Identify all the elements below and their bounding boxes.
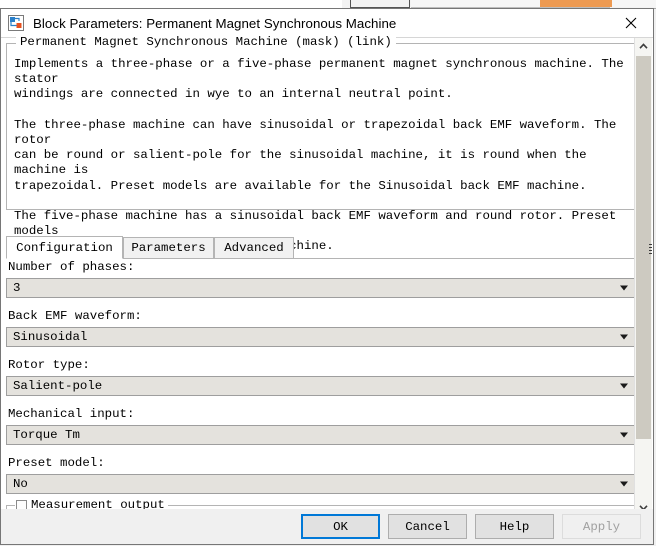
chevron-down-icon xyxy=(620,334,628,340)
label-number-of-phases: Number of phases: xyxy=(8,260,135,274)
close-icon[interactable] xyxy=(608,9,653,36)
label-back-emf-waveform: Back EMF waveform: xyxy=(8,309,142,323)
help-button[interactable]: Help xyxy=(475,514,554,539)
screen: Block Parameters: Permanent Magnet Synch… xyxy=(0,0,656,546)
background-window-right xyxy=(612,0,656,7)
label-rotor-type: Rotor type: xyxy=(8,358,90,372)
chevron-down-icon xyxy=(620,481,628,487)
vertical-scrollbar-thumb[interactable] xyxy=(636,56,652,439)
background-window-orange-accent xyxy=(540,0,612,7)
block-parameters-dialog: Block Parameters: Permanent Magnet Synch… xyxy=(0,8,654,545)
tab-parameters-label: Parameters xyxy=(131,241,206,255)
dialog-content: Permanent Magnet Synchronous Machine (ma… xyxy=(1,35,653,544)
chevron-down-icon xyxy=(620,285,628,291)
combo-rotor-type-value: Salient-pole xyxy=(13,379,103,393)
chevron-down-icon xyxy=(620,383,628,389)
ok-button[interactable]: OK xyxy=(301,514,380,539)
background-window-left xyxy=(0,0,342,8)
label-preset-model: Preset model: xyxy=(8,456,105,470)
tab-configuration-label: Configuration xyxy=(16,240,113,255)
scrollbar-grip-icon xyxy=(649,244,652,254)
vertical-scrollbar[interactable] xyxy=(634,38,652,516)
combo-number-of-phases[interactable]: 3 xyxy=(6,278,636,298)
cancel-button[interactable]: Cancel xyxy=(388,514,467,539)
combo-preset-model-value: No xyxy=(13,477,28,491)
tab-advanced[interactable]: Advanced xyxy=(214,237,294,259)
combo-rotor-type[interactable]: Salient-pole xyxy=(6,376,636,396)
dialog-titlebar: Block Parameters: Permanent Magnet Synch… xyxy=(1,9,653,38)
apply-button: Apply xyxy=(562,514,641,539)
combo-mechanical-input-value: Torque Tm xyxy=(13,428,80,442)
combo-back-emf-waveform-value: Sinusoidal xyxy=(13,330,88,344)
tab-configuration[interactable]: Configuration xyxy=(6,236,123,259)
description-legend: Permanent Magnet Synchronous Machine (ma… xyxy=(16,35,396,49)
description-groupbox: Permanent Magnet Synchronous Machine (ma… xyxy=(6,35,636,253)
simulink-block-icon xyxy=(8,15,24,31)
tabstrip: Configuration Parameters Advanced xyxy=(6,236,636,259)
tab-parameters[interactable]: Parameters xyxy=(123,237,214,259)
background-window-tab xyxy=(350,0,410,8)
combo-mechanical-input[interactable]: Torque Tm xyxy=(6,425,636,445)
configuration-fields: Number of phases: 3 Back EMF waveform: S… xyxy=(6,260,636,522)
label-mechanical-input: Mechanical input: xyxy=(8,407,135,421)
combo-back-emf-waveform[interactable]: Sinusoidal xyxy=(6,327,636,347)
dialog-button-bar: OK Cancel Help Apply xyxy=(1,509,653,544)
chevron-down-icon xyxy=(620,432,628,438)
tab-advanced-label: Advanced xyxy=(224,241,284,255)
description-text: Implements a three-phase or a five-phase… xyxy=(14,57,624,254)
combo-number-of-phases-value: 3 xyxy=(13,281,21,295)
scroll-up-icon[interactable] xyxy=(635,38,652,55)
dialog-title: Block Parameters: Permanent Magnet Synch… xyxy=(33,15,397,31)
combo-preset-model[interactable]: No xyxy=(6,474,636,494)
